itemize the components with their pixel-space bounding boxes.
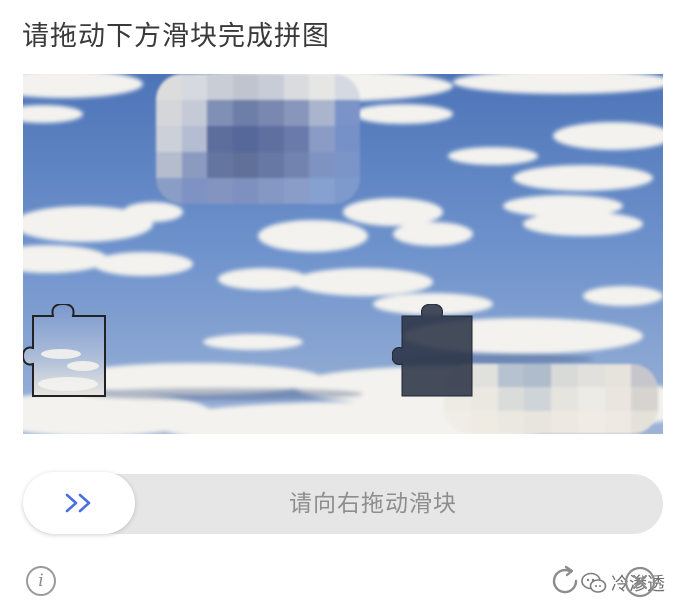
double-chevron-right-icon	[65, 493, 91, 513]
pixelated-region-top	[156, 74, 360, 204]
captcha-image	[23, 74, 663, 434]
wechat-logo	[581, 572, 607, 593]
puzzle-piece[interactable]	[23, 304, 109, 400]
slider-handle[interactable]	[23, 472, 135, 534]
info-button[interactable]: i	[26, 566, 56, 596]
puzzle-target-hole	[392, 304, 473, 397]
pixelated-region-bottom	[444, 364, 658, 434]
captcha-title: 请拖动下方滑块完成拼图	[22, 21, 330, 52]
refresh-icon[interactable]	[548, 564, 582, 598]
info-icon: i	[38, 571, 44, 591]
close-icon[interactable]	[622, 564, 658, 600]
slider-track[interactable]: 请向右拖动滑块	[23, 472, 663, 534]
